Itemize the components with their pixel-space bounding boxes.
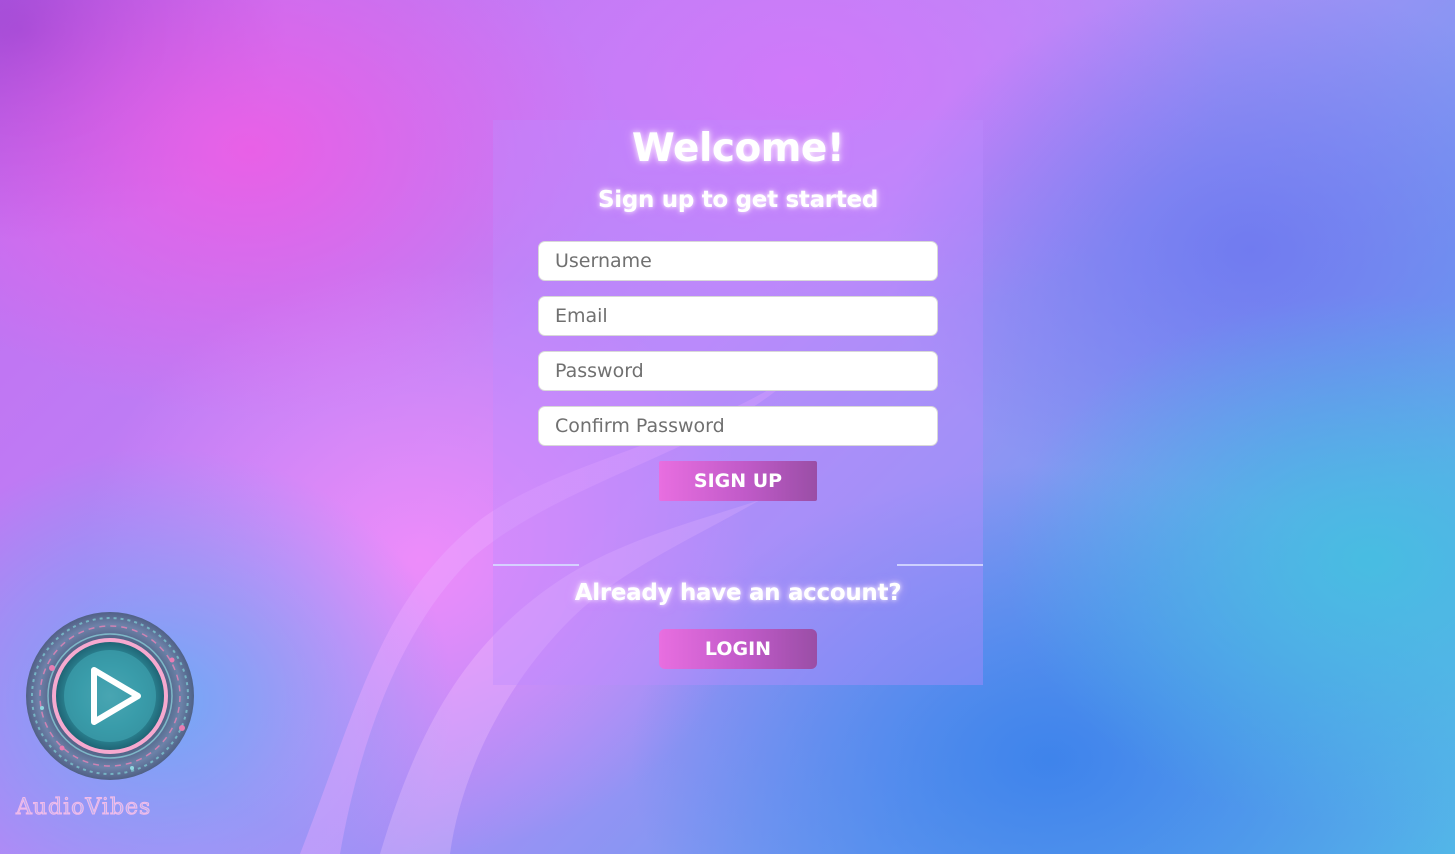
brand-logo [22,608,197,783]
brand-name: AudioVibes [16,795,152,821]
divider-left [493,564,579,566]
play-icon [26,612,194,780]
divider-right [897,564,983,566]
login-prompt: Already have an account? [574,580,902,606]
email-input[interactable] [538,296,938,336]
username-input[interactable] [538,241,938,281]
signup-button[interactable]: SIGN UP [659,461,817,501]
password-input[interactable] [538,351,938,391]
page-title: Welcome! [631,126,845,171]
confirm-password-input[interactable] [538,406,938,446]
page-subtitle: Sign up to get started [597,187,878,213]
login-button[interactable]: LOGIN [659,629,817,669]
